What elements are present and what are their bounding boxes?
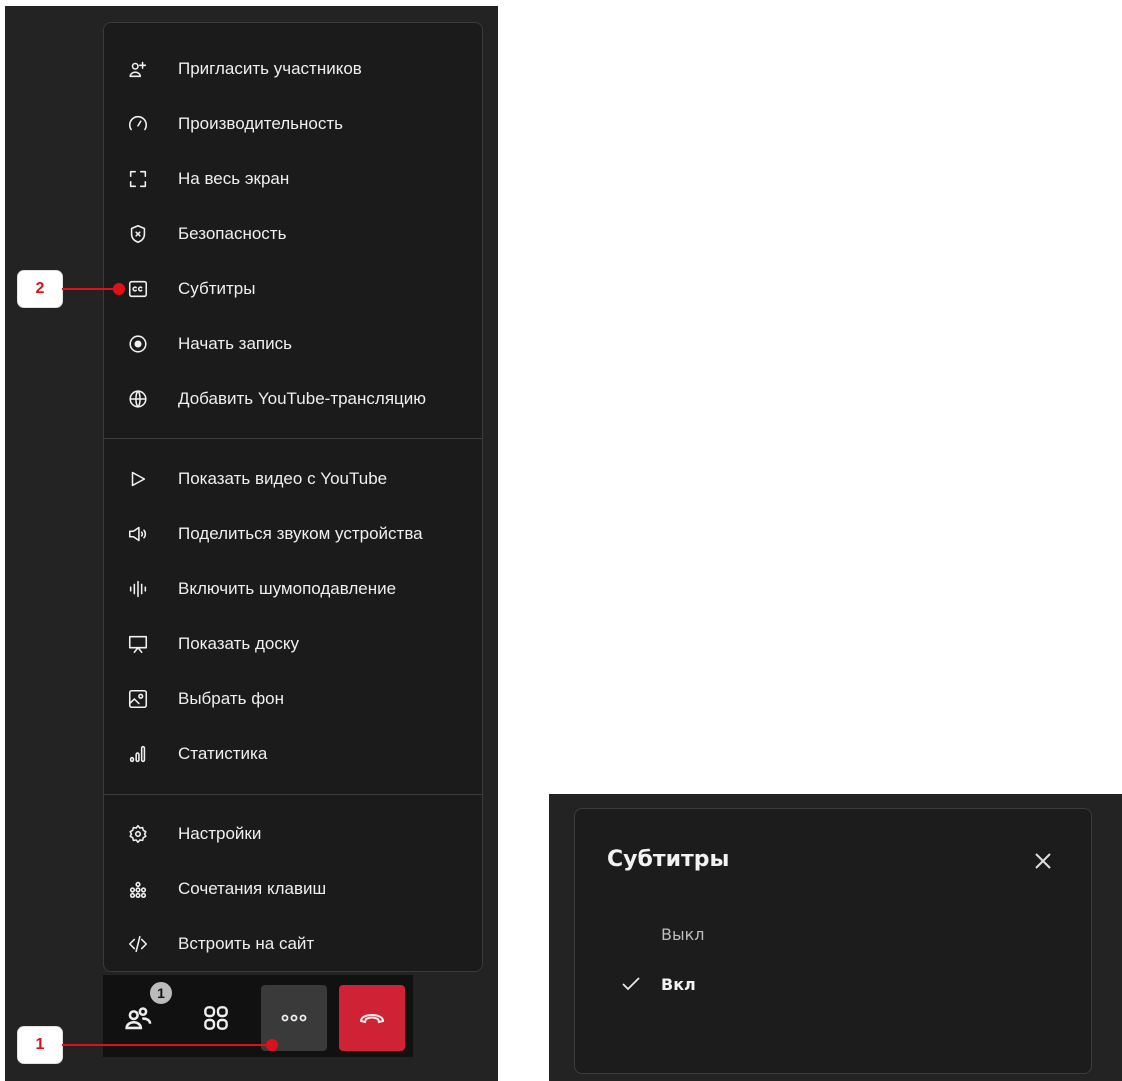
- callout-1-dot: [266, 1039, 278, 1051]
- menu-item-label: Показать видео с YouTube: [178, 469, 388, 488]
- menu-item-label: Настройки: [178, 824, 262, 843]
- subtitles-option-on[interactable]: Вкл: [615, 969, 815, 999]
- fullscreen-icon: [126, 167, 150, 191]
- menu-item-shortcuts[interactable]: Сочетания клавиш: [104, 869, 482, 909]
- callout-2: 2: [18, 271, 62, 307]
- menu-item-share-audio[interactable]: Поделиться звуком устройства: [104, 514, 482, 554]
- participants-icon: [125, 1007, 152, 1030]
- callout-2-line: [62, 288, 120, 290]
- menu-item-whiteboard[interactable]: Показать доску: [104, 624, 482, 664]
- end-call-icon: [359, 1014, 385, 1024]
- callout-1: 1: [18, 1027, 62, 1063]
- menu-item-label: Начать запись: [178, 334, 292, 353]
- menu-item-invite[interactable]: Пригласить участников: [104, 49, 482, 89]
- subtitles-option-off[interactable]: Выкл: [615, 919, 815, 949]
- closed-captions-icon: [126, 277, 150, 301]
- menu-item-label: На весь экран: [178, 169, 290, 188]
- menu-item-show-youtube[interactable]: Показать видео с YouTube: [104, 459, 482, 499]
- menu-item-label: Включить шумоподавление: [178, 579, 397, 598]
- dialog-title: Субтитры: [607, 847, 730, 872]
- menu-item-subtitles[interactable]: Субтитры: [104, 269, 482, 309]
- more-options-menu: Пригласить участников Производительность…: [103, 22, 483, 972]
- close-button[interactable]: [1029, 847, 1057, 875]
- menu-item-security[interactable]: Безопасность: [104, 214, 482, 254]
- menu-divider: [104, 794, 482, 795]
- gear-icon: [126, 822, 150, 846]
- menu-item-noise-suppression[interactable]: Включить шумоподавление: [104, 569, 482, 609]
- menu-item-label: Встроить на сайт: [178, 934, 315, 953]
- menu-item-youtube-stream[interactable]: Добавить YouTube-трансляцию: [104, 379, 482, 419]
- globe-icon: [126, 387, 150, 411]
- invite-user-icon: [126, 57, 150, 81]
- menu-item-label: Безопасность: [178, 224, 287, 243]
- embed-code-icon: [126, 932, 150, 956]
- menu-item-label: Добавить YouTube-трансляцию: [178, 389, 427, 408]
- menu-item-statistics[interactable]: Статистика: [104, 734, 482, 774]
- menu-item-label: Показать доску: [178, 634, 299, 653]
- menu-item-settings[interactable]: Настройки: [104, 814, 482, 854]
- noise-suppression-icon: [126, 577, 150, 601]
- option-label: Выкл: [661, 925, 705, 944]
- close-icon: [1035, 853, 1051, 869]
- grid-layout-icon: [204, 1006, 228, 1030]
- shield-icon: [126, 222, 150, 246]
- more-icon: [281, 1014, 307, 1022]
- menu-item-label: Сочетания клавиш: [178, 879, 327, 898]
- performance-gauge-icon: [126, 112, 150, 136]
- menu-divider: [104, 438, 482, 439]
- menu-item-label: Субтитры: [178, 279, 256, 298]
- menu-item-fullscreen[interactable]: На весь экран: [104, 159, 482, 199]
- speaker-icon: [126, 522, 150, 546]
- menu-item-label: Статистика: [178, 744, 268, 763]
- menu-item-record[interactable]: Начать запись: [104, 324, 482, 364]
- menu-item-label: Выбрать фон: [178, 689, 285, 708]
- shortcuts-icon: [126, 877, 150, 901]
- layout-button[interactable]: [183, 985, 249, 1051]
- menu-item-embed[interactable]: Встроить на сайт: [104, 924, 482, 964]
- background-image-icon: [126, 687, 150, 711]
- option-label: Вкл: [661, 975, 696, 994]
- callout-2-dot: [113, 283, 125, 295]
- statistics-icon: [126, 742, 150, 766]
- whiteboard-icon: [126, 632, 150, 656]
- menu-item-label: Производительность: [178, 114, 344, 133]
- callout-1-line: [62, 1044, 272, 1046]
- menu-item-label: Пригласить участников: [178, 59, 362, 78]
- play-icon: [126, 467, 150, 491]
- record-icon: [126, 332, 150, 356]
- end-call-button[interactable]: [339, 985, 405, 1051]
- subtitles-dialog: Субтитры Выкл Вкл: [574, 808, 1092, 1074]
- participants-count-badge: 1: [148, 980, 174, 1006]
- checkmark-icon: [621, 975, 641, 998]
- menu-item-background[interactable]: Выбрать фон: [104, 679, 482, 719]
- menu-item-label: Поделиться звуком устройства: [178, 524, 423, 543]
- menu-item-performance[interactable]: Производительность: [104, 104, 482, 144]
